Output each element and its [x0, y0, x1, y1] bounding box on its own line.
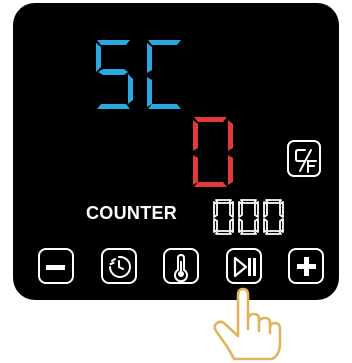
counter-label: COUNTER [86, 203, 178, 223]
celsius-fahrenheit-icon [295, 149, 317, 173]
temperature-button[interactable] [163, 248, 199, 284]
device-screen: 5C 0 000 COUNTER [0, 0, 352, 363]
thermometer-icon [174, 253, 188, 283]
plus-button[interactable] [288, 248, 324, 284]
plus-icon [297, 257, 316, 276]
minus-button[interactable] [38, 248, 74, 284]
timer-button[interactable] [101, 248, 137, 284]
counter-value-display [213, 199, 284, 235]
minus-icon [46, 265, 65, 270]
play-pause-button[interactable] [226, 248, 262, 284]
celsius-fahrenheit-toggle[interactable] [287, 140, 321, 177]
timer-icon [109, 255, 131, 278]
pointing-hand-icon [213, 287, 282, 361]
play-pause-icon [233, 256, 256, 278]
